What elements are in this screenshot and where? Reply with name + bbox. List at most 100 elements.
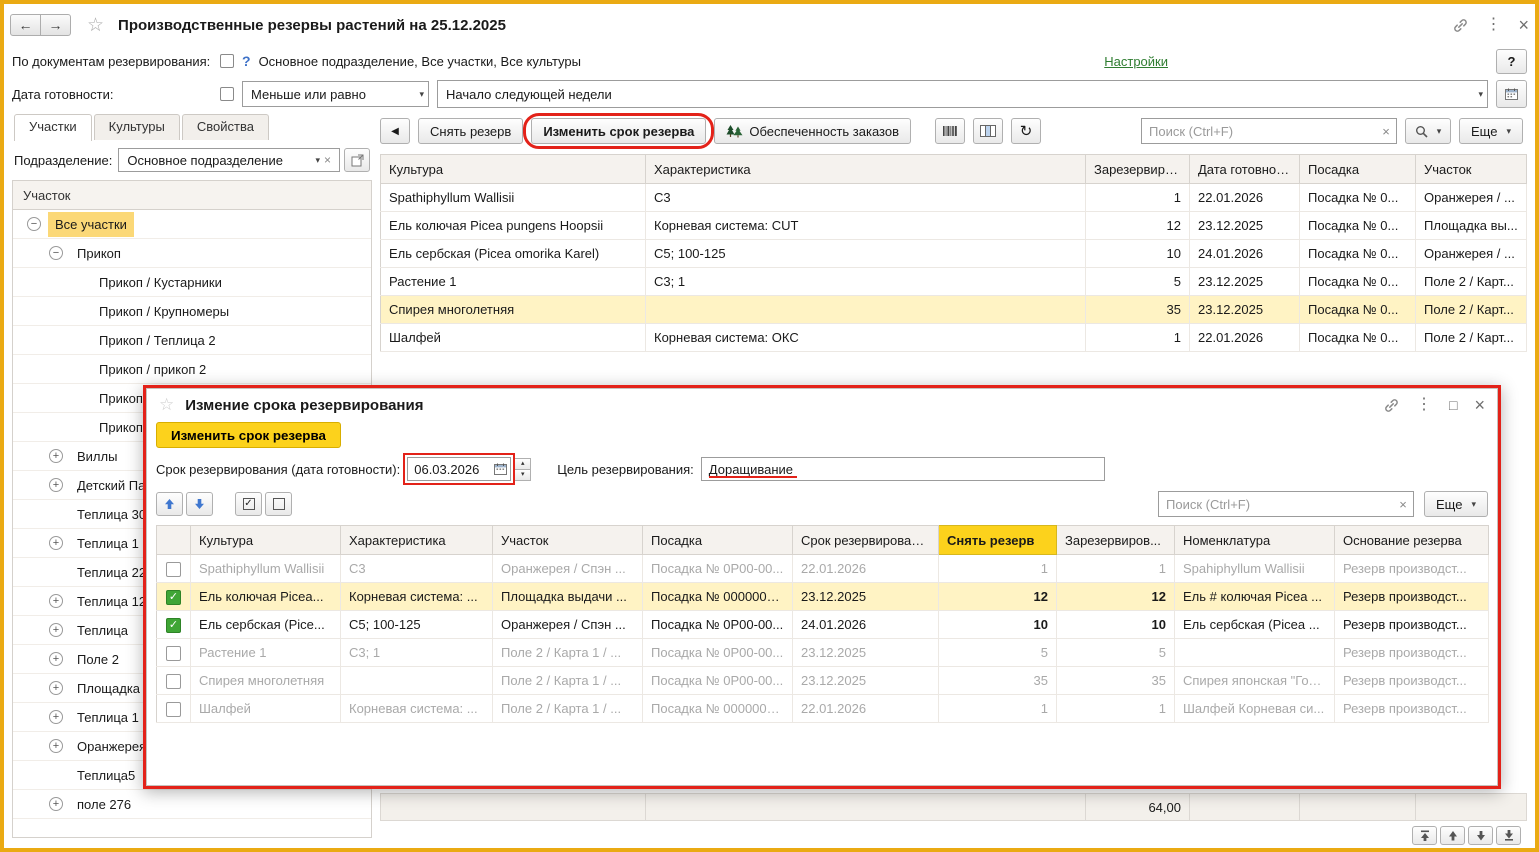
- chevron-down-icon[interactable]: ▾: [419, 89, 424, 100]
- cell-culture[interactable]: Растение 1: [381, 268, 646, 296]
- menu-dots-icon[interactable]: ⋮: [1485, 17, 1501, 33]
- tree-item[interactable]: −Все участки: [13, 210, 371, 239]
- cell-ready_date[interactable]: 23.12.2025: [1190, 212, 1300, 240]
- cell-checkbox[interactable]: [157, 639, 191, 667]
- cell-reserved[interactable]: 35: [1057, 667, 1175, 695]
- cell-checkbox[interactable]: ✓: [157, 611, 191, 639]
- barcode-button[interactable]: [935, 118, 965, 144]
- cell-culture[interactable]: Шалфей: [381, 324, 646, 352]
- cell-culture[interactable]: Шалфей: [191, 695, 341, 723]
- go-bottom-button[interactable]: [1496, 826, 1521, 845]
- cell-basis[interactable]: Резерв производст...: [1335, 583, 1489, 611]
- cell-basis[interactable]: Резерв производст...: [1335, 611, 1489, 639]
- table-row[interactable]: Растение 1C3; 1Поле 2 / Карта 1 / ...Пос…: [157, 639, 1489, 667]
- cell-characteristic[interactable]: Корневая система: ...: [341, 583, 493, 611]
- cell-characteristic[interactable]: Корневая система: CUT: [646, 212, 1086, 240]
- tree-item[interactable]: −Прикоп: [13, 239, 371, 268]
- table-row[interactable]: Ель сербская (Picea omorika Karel)C5; 10…: [381, 240, 1527, 268]
- table-row[interactable]: Спирея многолетняя Поле 2 / Карта 1 / ...…: [157, 667, 1489, 695]
- refresh-button[interactable]: ↻: [1011, 118, 1041, 144]
- cell-plot[interactable]: Оранжерея / ...: [1416, 184, 1527, 212]
- cell-reserved[interactable]: 1: [1057, 555, 1175, 583]
- menu-dots-icon[interactable]: ⋮: [1416, 397, 1432, 413]
- cell-characteristic[interactable]: C3; 1: [646, 268, 1086, 296]
- table-row[interactable]: Spathiphyllum WallisiiC3Оранжерея / Спэн…: [157, 555, 1489, 583]
- cell-culture[interactable]: Ель сербская (Picea omorika Karel): [381, 240, 646, 268]
- cell-plot[interactable]: Поле 2 / Карта 1 / ...: [493, 667, 643, 695]
- cell-planting[interactable]: Посадка № 0...: [1300, 240, 1416, 268]
- expand-icon[interactable]: +: [49, 623, 63, 637]
- check-all-button[interactable]: ✓: [235, 492, 262, 516]
- favorite-star-icon[interactable]: ☆: [87, 14, 104, 37]
- cell-planting[interactable]: Посадка № 0Р00-00...: [643, 611, 793, 639]
- table-row[interactable]: ШалфейКорневая система: ОКС122.01.2026По…: [381, 324, 1527, 352]
- column-header[interactable]: Характеристика: [341, 526, 493, 555]
- cell-term[interactable]: 24.01.2026: [793, 611, 939, 639]
- move-down-button[interactable]: [186, 492, 213, 516]
- column-header[interactable]: Срок резервирования: [793, 526, 939, 555]
- expand-icon[interactable]: +: [49, 652, 63, 666]
- tree-item[interactable]: +поле 276: [13, 790, 371, 819]
- cell-remove_qty[interactable]: 5: [939, 639, 1057, 667]
- cell-culture[interactable]: Spathiphyllum Wallisii: [191, 555, 341, 583]
- find-button[interactable]: ▾: [1405, 118, 1451, 144]
- chevron-down-icon[interactable]: ▾: [1478, 89, 1483, 100]
- cell-reserved[interactable]: 5: [1086, 268, 1190, 296]
- cell-reserved[interactable]: 1: [1057, 695, 1175, 723]
- collapse-icon[interactable]: −: [49, 246, 63, 260]
- cell-plot[interactable]: Оранжерея / Спэн ...: [493, 611, 643, 639]
- cell-culture[interactable]: Спирея многолетняя: [191, 667, 341, 695]
- calendar-button[interactable]: [1496, 80, 1527, 108]
- cell-term[interactable]: 22.01.2026: [793, 695, 939, 723]
- cell-nomenclature[interactable]: Шалфей Корневая си...: [1175, 695, 1335, 723]
- spin-down-button[interactable]: ▾: [514, 469, 531, 481]
- column-header[interactable]: Посадка: [1300, 155, 1416, 184]
- cell-plot[interactable]: Поле 2 / Карт...: [1416, 268, 1527, 296]
- term-date-input[interactable]: 06.03.2026: [407, 457, 511, 481]
- tree-item[interactable]: Прикоп / Крупномеры: [13, 297, 371, 326]
- cell-term[interactable]: 22.01.2026: [793, 555, 939, 583]
- row-checkbox[interactable]: [166, 562, 181, 577]
- cell-remove_qty[interactable]: 10: [939, 611, 1057, 639]
- change-reserve-button[interactable]: Изменить срок резерва: [531, 118, 706, 144]
- clear-search-icon[interactable]: ×: [1393, 497, 1413, 512]
- cell-remove_qty[interactable]: 12: [939, 583, 1057, 611]
- cell-reserved[interactable]: 1: [1086, 184, 1190, 212]
- go-down-button[interactable]: [1468, 826, 1493, 845]
- settings-link[interactable]: Настройки: [1104, 54, 1168, 69]
- cell-remove_qty[interactable]: 35: [939, 667, 1057, 695]
- cell-basis[interactable]: Резерв производст...: [1335, 639, 1489, 667]
- cell-characteristic[interactable]: Корневая система: ОКС: [646, 324, 1086, 352]
- cell-planting[interactable]: Посадка № 0000000...: [643, 695, 793, 723]
- expand-icon[interactable]: +: [49, 797, 63, 811]
- cell-culture[interactable]: Ель сербская (Pice...: [191, 611, 341, 639]
- expand-icon[interactable]: +: [49, 449, 63, 463]
- tree-item[interactable]: Прикоп / прикоп 2: [13, 355, 371, 384]
- cell-basis[interactable]: Резерв производст...: [1335, 667, 1489, 695]
- cell-ready_date[interactable]: 22.01.2026: [1190, 324, 1300, 352]
- row-checkbox[interactable]: [166, 674, 181, 689]
- cell-culture[interactable]: Растение 1: [191, 639, 341, 667]
- cell-nomenclature[interactable]: Спирея японская "Гол...: [1175, 667, 1335, 695]
- cell-planting[interactable]: Посадка № 0...: [1300, 324, 1416, 352]
- clear-search-icon[interactable]: ×: [1376, 124, 1396, 139]
- cell-reserved[interactable]: 12: [1086, 212, 1190, 240]
- cell-basis[interactable]: Резерв производст...: [1335, 555, 1489, 583]
- cell-reserved[interactable]: 12: [1057, 583, 1175, 611]
- cell-characteristic[interactable]: [341, 667, 493, 695]
- cell-plot[interactable]: Поле 2 / Карта 1 / ...: [493, 695, 643, 723]
- expand-icon[interactable]: +: [49, 739, 63, 753]
- column-header[interactable]: Посадка: [643, 526, 793, 555]
- by-docs-checkbox[interactable]: [220, 54, 234, 68]
- apply-change-reserve-button[interactable]: Изменить срок резерва: [156, 422, 341, 448]
- cell-plot[interactable]: Оранжерея / Спэн ...: [493, 555, 643, 583]
- cell-term[interactable]: 23.12.2025: [793, 583, 939, 611]
- cell-planting[interactable]: Посадка № 0...: [1300, 268, 1416, 296]
- cell-characteristic[interactable]: [646, 296, 1086, 324]
- cell-characteristic[interactable]: C3: [341, 555, 493, 583]
- tab-cultures[interactable]: Культуры: [94, 114, 180, 140]
- column-header[interactable]: Номенклатура: [1175, 526, 1335, 555]
- cell-ready_date[interactable]: 24.01.2026: [1190, 240, 1300, 268]
- calendar-icon[interactable]: [494, 463, 507, 475]
- orders-supply-button[interactable]: Обеспеченность заказов: [714, 118, 911, 144]
